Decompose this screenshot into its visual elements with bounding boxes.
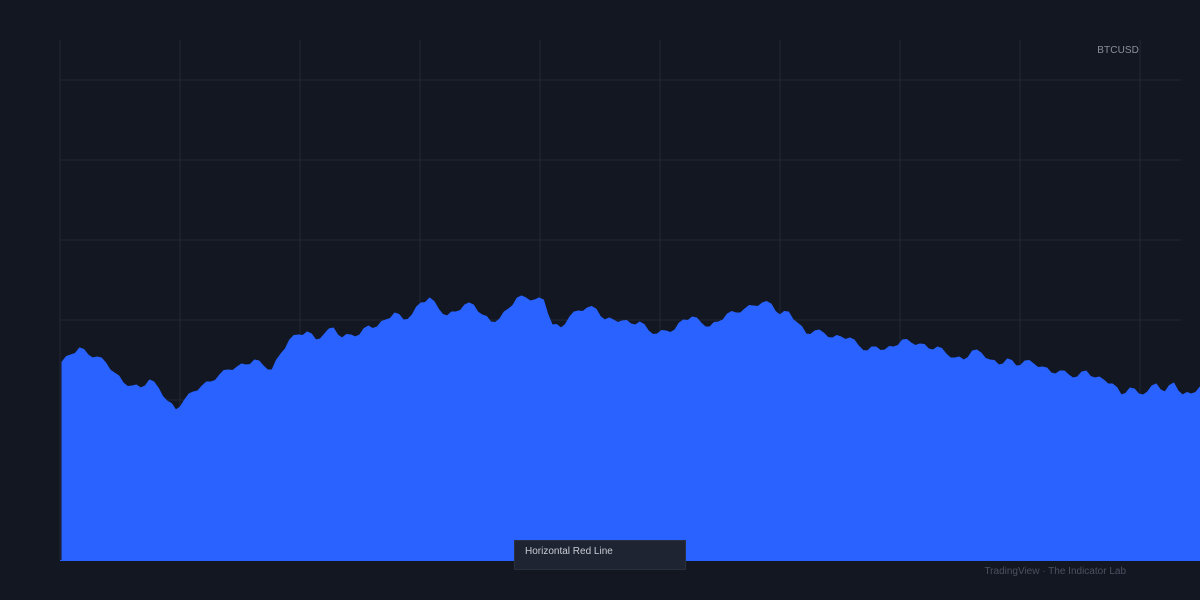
chart-plot[interactable] — [0, 0, 1200, 600]
series-area[interactable] — [61, 295, 1200, 561]
chart-container: BTCUSD Horizontal Red Line TradingView ·… — [0, 0, 1200, 600]
legend-box[interactable]: Horizontal Red Line — [514, 540, 686, 570]
symbol-label: BTCUSD — [1097, 45, 1139, 56]
series-area-group — [61, 295, 1200, 561]
attribution-text: TradingView · The Indicator Lab — [984, 566, 1126, 577]
legend-label: Horizontal Red Line — [525, 546, 613, 557]
